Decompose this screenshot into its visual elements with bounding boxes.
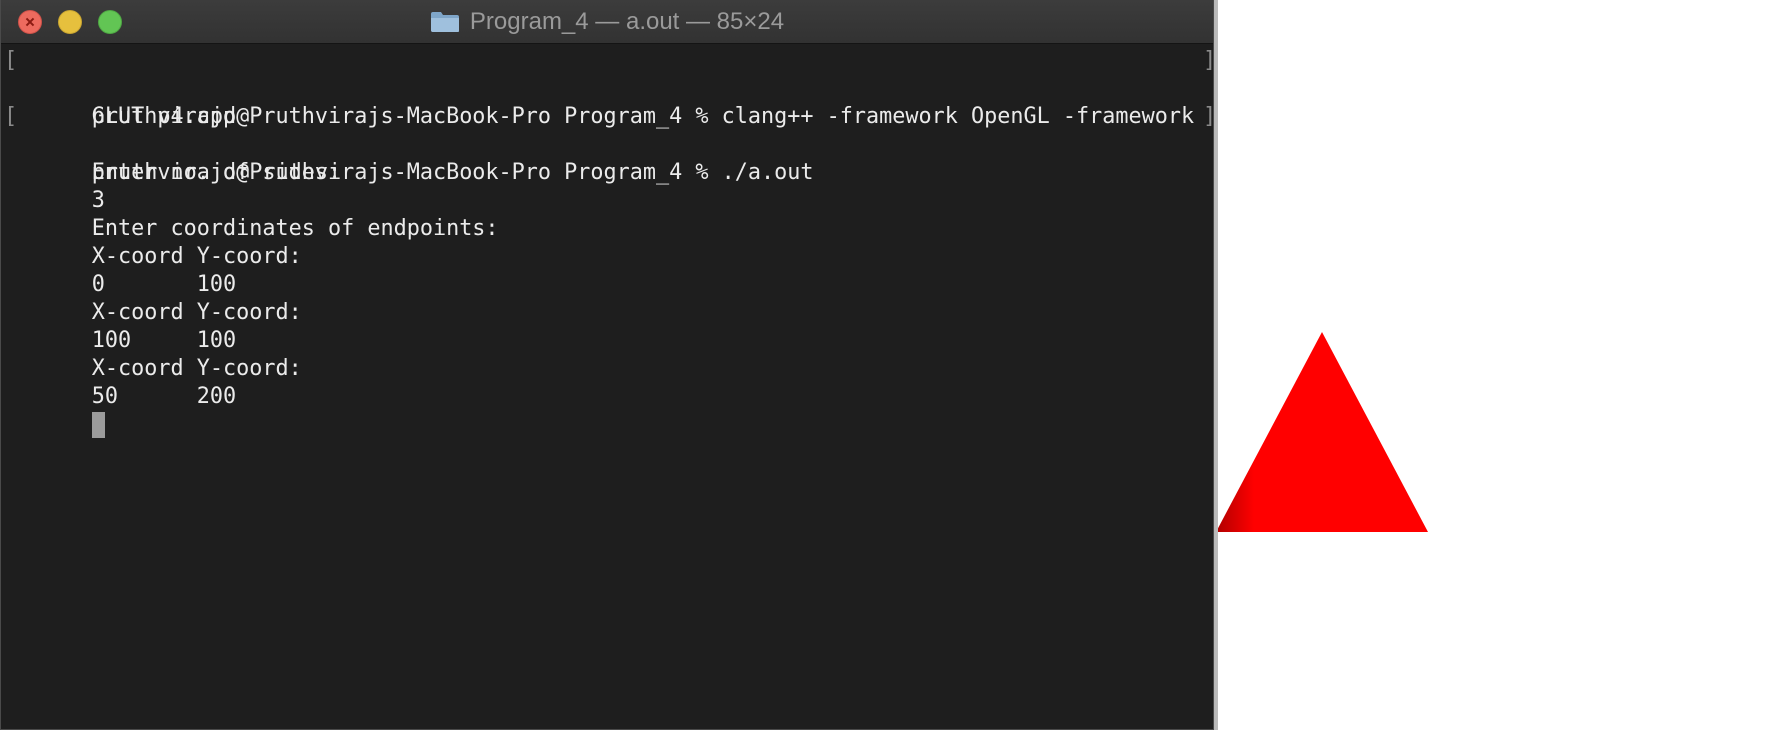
terminal-line: X-coord Y-coord: [13, 271, 1213, 325]
terminal-window[interactable]: Program_4 — a.out — 85×24 [ pruthvirajd@… [0, 0, 1216, 730]
terminal-line: X-coord Y-coord: [13, 327, 1213, 381]
window-title: Program_4 — a.out — 85×24 [469, 8, 785, 35]
line-mark-left: [ [4, 48, 18, 73]
line-mark-left: [ [4, 104, 18, 129]
terminal-line: 0 100 [13, 243, 1213, 297]
terminal-line: X-coord Y-coord: [13, 215, 1213, 269]
glut-window[interactable] [1218, 0, 1780, 730]
terminal-line: 50 200 [13, 355, 1213, 409]
title-group: Program_4 — a.out — 85×24 [1, 0, 1213, 44]
folder-icon [430, 12, 459, 32]
terminal-line-prompt: [ pruthvirajd@Pruthvirajs-MacBook-Pro Pr… [4, 47, 1216, 129]
terminal-line: GLUT p4.cpp [13, 75, 1213, 129]
red-triangle [1218, 332, 1428, 532]
terminal-output[interactable]: [ pruthvirajd@Pruthvirajs-MacBook-Pro Pr… [1, 44, 1216, 729]
terminal-input-line[interactable] [13, 383, 1213, 438]
text-cursor [91, 412, 105, 438]
terminal-line: Enter no. of sides: [13, 131, 1213, 185]
terminal-line: 100 100 [13, 299, 1213, 353]
title-bar[interactable]: Program_4 — a.out — 85×24 [1, 0, 1213, 44]
terminal-line-prompt: [ pruthvirajd@Pruthvirajs-MacBook-Pro Pr… [4, 103, 1216, 185]
terminal-line: 3 [13, 159, 1213, 213]
terminal-line: Enter coordinates of endpoints: [13, 187, 1213, 241]
glut-canvas [1218, 332, 1428, 532]
